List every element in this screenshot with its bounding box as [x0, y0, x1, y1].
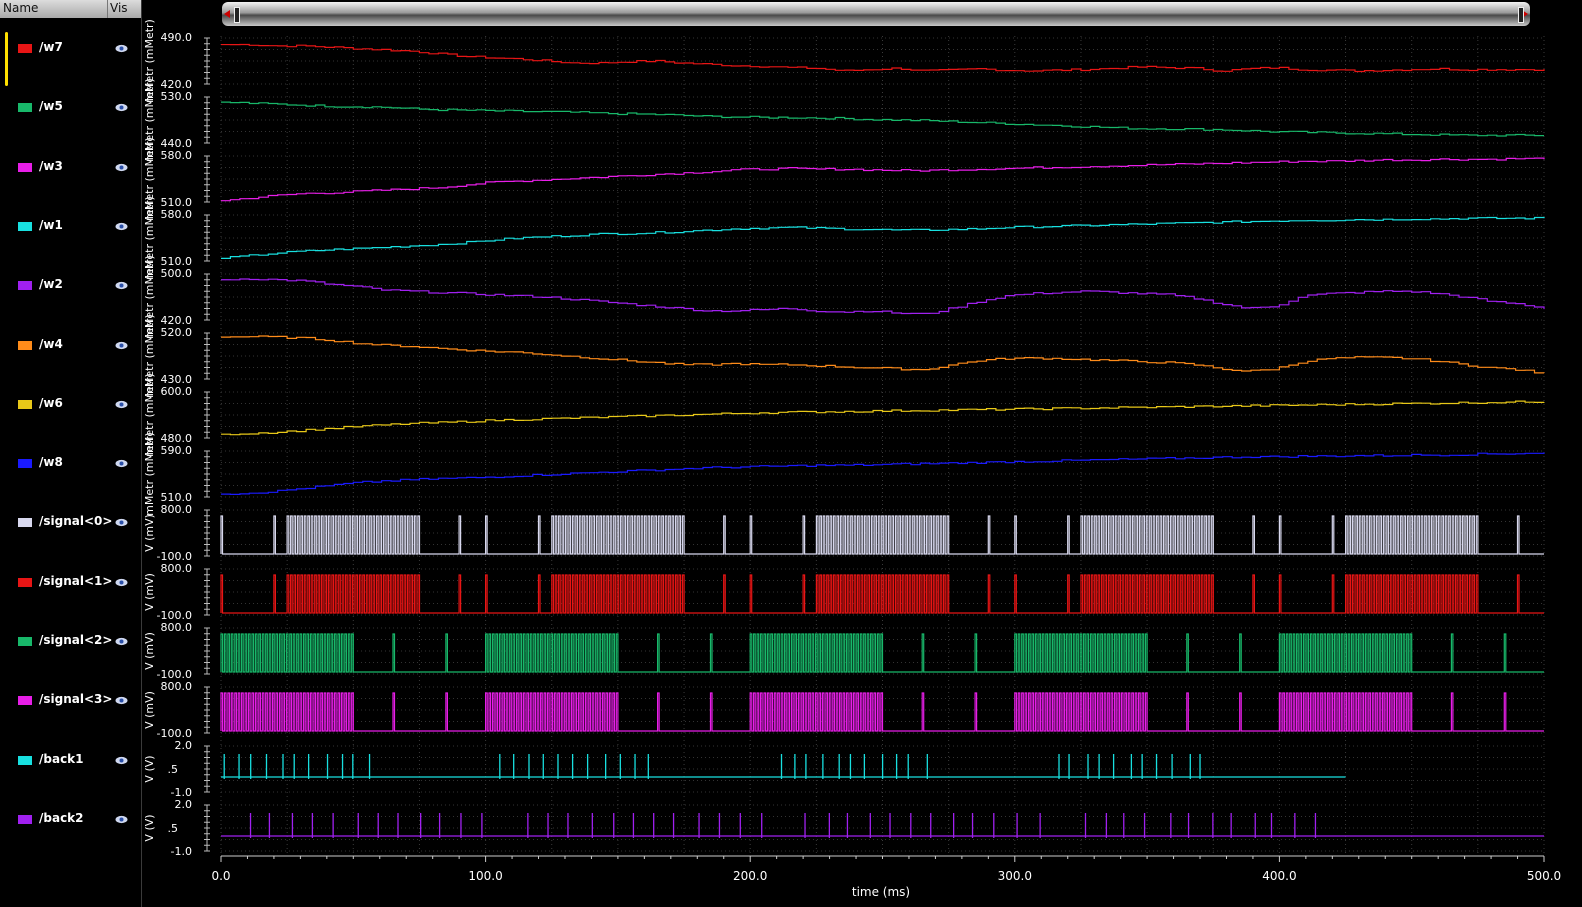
y-axis-unit-label: V (mV): [143, 573, 156, 611]
y-axis-unit-label: V (mV): [143, 514, 156, 552]
y-axis-top-label: 490.0: [161, 31, 193, 44]
y-axis-top-label: 500.0: [161, 267, 193, 280]
y-axis-unit-label: V (V): [143, 814, 156, 841]
waveform-trace: [221, 101, 1544, 137]
x-axis-tick-label: 0.0: [211, 869, 230, 883]
y-axis-top-label: 800.0: [161, 562, 193, 575]
x-axis-tick-label: 300.0: [998, 869, 1032, 883]
y-axis-top-label: 580.0: [161, 208, 193, 221]
y-axis-unit-label: V (V): [143, 755, 156, 782]
waveform-plot[interactable]: 490.0420.0mMetr (mMetr) 530.0440.0mMetr (…: [0, 0, 1582, 907]
y-axis-top-label: 600.0: [161, 385, 193, 398]
x-axis-label: time (ms): [852, 885, 910, 899]
y-axis-top-label: 520.0: [161, 326, 193, 339]
x-axis-tick-label: 100.0: [468, 869, 502, 883]
y-axis-unit-label: V (mV): [143, 691, 156, 729]
y-axis-mid-label: .5: [168, 822, 179, 835]
y-axis-top-label: 2.0: [175, 739, 193, 752]
y-axis-top-label: 800.0: [161, 680, 193, 693]
waveform-trace: [221, 400, 1545, 436]
y-axis-top-label: 800.0: [161, 621, 193, 634]
y-axis-top-label: 530.0: [161, 90, 193, 103]
y-axis-top-label: 2.0: [175, 798, 193, 811]
y-axis-top-label: 590.0: [161, 444, 193, 457]
y-axis-bottom-label: -1.0: [171, 845, 192, 858]
y-axis-unit-label: V (mV): [143, 632, 156, 670]
x-axis-tick-label: 500.0: [1527, 869, 1561, 883]
y-axis-top-label: 580.0: [161, 149, 193, 162]
x-axis-tick-label: 400.0: [1262, 869, 1296, 883]
y-axis-top-label: 800.0: [161, 503, 193, 516]
y-axis-mid-label: .5: [168, 763, 179, 776]
x-axis-tick-label: 200.0: [733, 869, 767, 883]
y-axis-unit-label: mMetr (mMetr): [143, 432, 156, 516]
